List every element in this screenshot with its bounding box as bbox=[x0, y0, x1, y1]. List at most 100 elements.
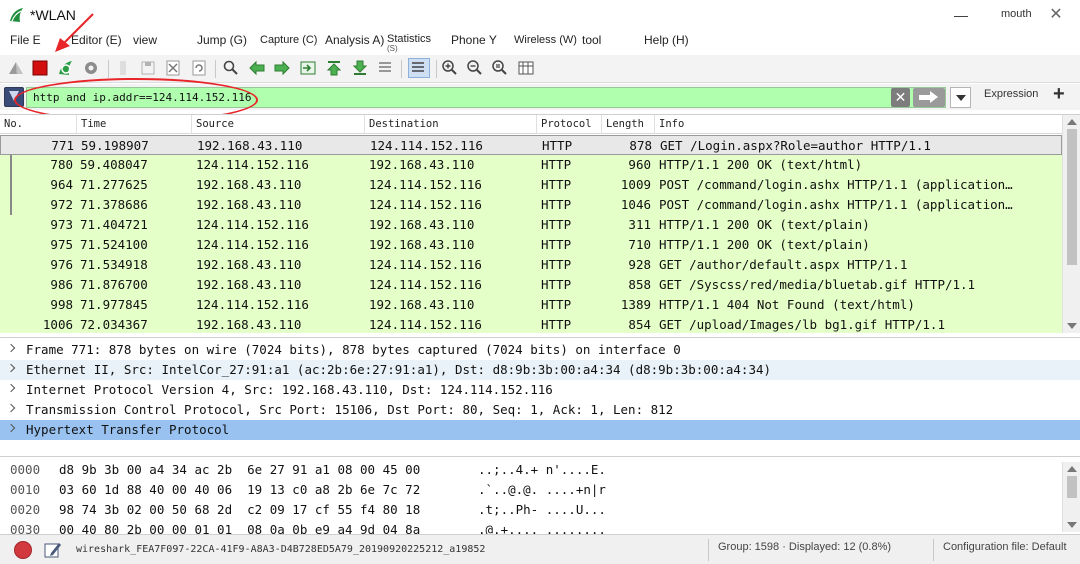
zoom-normal-icon[interactable] bbox=[491, 59, 509, 77]
packet-cell-dst: 124.114.152.116 bbox=[369, 257, 482, 272]
menu-wireless[interactable]: Wireless (W) bbox=[514, 34, 577, 46]
scroll-down-arrow[interactable] bbox=[1067, 522, 1077, 528]
detail-tree-item[interactable]: Ethernet II, Src: IntelCor_27:91:a1 (ac:… bbox=[0, 360, 1080, 380]
menu-jump[interactable]: Jump (G) bbox=[197, 33, 247, 47]
column-header-protocol[interactable]: Protocol bbox=[537, 115, 602, 134]
column-header-time[interactable]: Time bbox=[77, 115, 192, 134]
detail-tree-item[interactable]: Hypertext Transfer Protocol bbox=[0, 420, 1080, 440]
close-window-button[interactable]: ✕ bbox=[1043, 4, 1069, 26]
apply-filter-button[interactable] bbox=[913, 88, 945, 107]
bytes-hex: 98 74 3b 02 00 50 68 2d c2 09 17 cf 55 f… bbox=[59, 502, 421, 517]
column-header-length[interactable]: Length bbox=[602, 115, 655, 134]
capture-comment-icon[interactable] bbox=[43, 540, 63, 560]
packet-list-scrollbar[interactable] bbox=[1062, 115, 1080, 333]
go-to-packet-icon[interactable] bbox=[299, 59, 317, 77]
chevron-right-icon[interactable] bbox=[6, 343, 16, 353]
packet-row[interactable]: 973 71.404721 124.114.152.116 192.168.43.11… bbox=[0, 215, 1062, 235]
scroll-down-arrow[interactable] bbox=[1067, 323, 1077, 329]
related-packet-indicator bbox=[10, 155, 12, 215]
bytes-row[interactable]: 0010 03 60 1d 88 40 00 40 06 19 13 c0 a8 … bbox=[0, 480, 1062, 500]
packet-row[interactable]: 972 71.378686 192.168.43.110 124.114.152.11… bbox=[0, 195, 1062, 215]
bytes-row[interactable]: 0000 d8 9b 3b 00 a4 34 ac 2b 6e 27 91 a1 … bbox=[0, 460, 1062, 480]
menu-file[interactable]: File E bbox=[10, 33, 41, 47]
chevron-right-icon[interactable] bbox=[6, 363, 16, 373]
column-header-info[interactable]: Info bbox=[655, 115, 1062, 134]
expert-info-icon[interactable] bbox=[14, 541, 32, 559]
expression-button[interactable]: Expression bbox=[984, 88, 1038, 100]
go-first-icon[interactable] bbox=[325, 59, 343, 77]
packet-cell-proto: HTTP bbox=[541, 157, 572, 172]
packet-cell-dst: 192.168.43.110 bbox=[369, 217, 475, 232]
menu-statistics[interactable]: Statistics (S) bbox=[387, 33, 431, 53]
filter-history-dropdown[interactable] bbox=[950, 87, 971, 108]
packet-cell-no: 986 bbox=[50, 277, 73, 292]
column-header-source[interactable]: Source bbox=[192, 115, 365, 134]
chevron-right-icon[interactable] bbox=[6, 403, 16, 413]
capture-options-icon[interactable] bbox=[82, 59, 100, 77]
column-header-destination[interactable]: Destination bbox=[365, 115, 537, 134]
bytes-scrollbar[interactable] bbox=[1062, 462, 1080, 532]
packet-cell-time: 59.198907 bbox=[81, 138, 149, 153]
close-file-icon[interactable] bbox=[164, 59, 182, 77]
colorize-icon[interactable] bbox=[408, 58, 430, 78]
scrollbar-thumb[interactable] bbox=[1067, 476, 1077, 498]
packet-cell-src: 124.114.152.116 bbox=[196, 157, 309, 172]
add-filter-button[interactable]: + bbox=[1053, 83, 1065, 106]
packet-rows: 771 59.198907 192.168.43.110 124.114.152.11… bbox=[0, 135, 1062, 333]
packet-row[interactable]: 986 71.876700 192.168.43.110 124.114.152.11… bbox=[0, 275, 1062, 295]
stop-capture-icon[interactable] bbox=[31, 59, 49, 77]
column-header-no[interactable]: No. bbox=[0, 115, 77, 134]
detail-tree-item[interactable]: Frame 771: 878 bytes on wire (7024 bits)… bbox=[0, 340, 1080, 360]
packet-cell-time: 59.408047 bbox=[80, 157, 148, 172]
scroll-up-arrow[interactable] bbox=[1067, 119, 1077, 125]
detail-tree-item[interactable]: Internet Protocol Version 4, Src: 192.16… bbox=[0, 380, 1080, 400]
title-bar: *WLAN mouth — ✕ bbox=[0, 0, 1080, 30]
packet-row[interactable]: 975 71.524100 124.114.152.116 192.168.43.11… bbox=[0, 235, 1062, 255]
detail-tree-item[interactable]: Transmission Control Protocol, Src Port:… bbox=[0, 400, 1080, 420]
resize-columns-icon[interactable] bbox=[517, 59, 535, 77]
autoscroll-icon[interactable] bbox=[376, 59, 394, 77]
packet-row[interactable]: 998 71.977845 124.114.152.116 192.168.43.11… bbox=[0, 295, 1062, 315]
display-filter-input[interactable]: http and ip.addr==124.114.152.116 bbox=[26, 87, 946, 108]
bytes-offset: 0010 bbox=[10, 482, 41, 497]
configuration-profile[interactable]: Configuration file: Default bbox=[943, 541, 1067, 553]
packet-row[interactable]: 976 71.534918 192.168.43.110 124.114.152.11… bbox=[0, 255, 1062, 275]
scrollbar-thumb[interactable] bbox=[1067, 129, 1077, 265]
scroll-up-arrow[interactable] bbox=[1067, 466, 1077, 472]
packet-cell-src: 192.168.43.110 bbox=[196, 197, 302, 212]
filter-bookmark-button[interactable] bbox=[4, 87, 24, 107]
bytes-row[interactable]: 0020 98 74 3b 02 00 50 68 2d c2 09 17 cf … bbox=[0, 500, 1062, 520]
restart-capture-icon[interactable] bbox=[56, 59, 74, 77]
minimize-button[interactable]: — bbox=[948, 4, 974, 26]
detail-text: Transmission Control Protocol, Src Port:… bbox=[26, 402, 674, 417]
reload-icon[interactable] bbox=[190, 59, 208, 77]
open-file-icon[interactable] bbox=[114, 59, 132, 77]
menu-editor[interactable]: Editor (E) bbox=[71, 33, 122, 47]
menu-capture[interactable]: Capture (C) bbox=[260, 34, 317, 46]
packet-cell-info: HTTP/1.1 200 OK (text/html) bbox=[659, 157, 863, 172]
menu-view[interactable]: view bbox=[133, 33, 157, 47]
menu-phone[interactable]: Phone Y bbox=[451, 33, 497, 47]
go-forward-icon[interactable] bbox=[273, 59, 291, 77]
menu-analysis[interactable]: Analysis A) bbox=[325, 33, 384, 47]
packet-cell-info: GET /upload/Images/lb bg1.gif HTTP/1.1 bbox=[659, 317, 945, 332]
find-packet-icon[interactable] bbox=[222, 59, 240, 77]
packet-cell-dst: 124.114.152.116 bbox=[370, 138, 483, 153]
go-back-icon[interactable] bbox=[248, 59, 266, 77]
packet-row[interactable]: 780 59.408047 124.114.152.116 192.168.43.11… bbox=[0, 155, 1062, 175]
chevron-right-icon[interactable] bbox=[6, 383, 16, 393]
zoom-out-icon[interactable] bbox=[466, 59, 484, 77]
clear-filter-button[interactable]: ✕ bbox=[891, 88, 910, 107]
shark-fin-icon[interactable] bbox=[7, 59, 25, 77]
save-file-icon[interactable] bbox=[139, 59, 157, 77]
packet-row[interactable]: 964 71.277625 192.168.43.110 124.114.152.11… bbox=[0, 175, 1062, 195]
menu-tool[interactable]: tool bbox=[582, 33, 601, 47]
packet-row[interactable]: 771 59.198907 192.168.43.110 124.114.152.11… bbox=[0, 135, 1062, 155]
go-last-icon[interactable] bbox=[351, 59, 369, 77]
packet-row[interactable]: 1006 72.034367 192.168.43.110 124.114.152.1… bbox=[0, 315, 1062, 333]
menu-help[interactable]: Help (H) bbox=[644, 33, 689, 47]
chevron-right-icon[interactable] bbox=[6, 423, 16, 433]
packet-cell-time: 71.404721 bbox=[80, 217, 148, 232]
zoom-in-icon[interactable] bbox=[441, 59, 459, 77]
packet-cell-src: 192.168.43.110 bbox=[196, 257, 302, 272]
